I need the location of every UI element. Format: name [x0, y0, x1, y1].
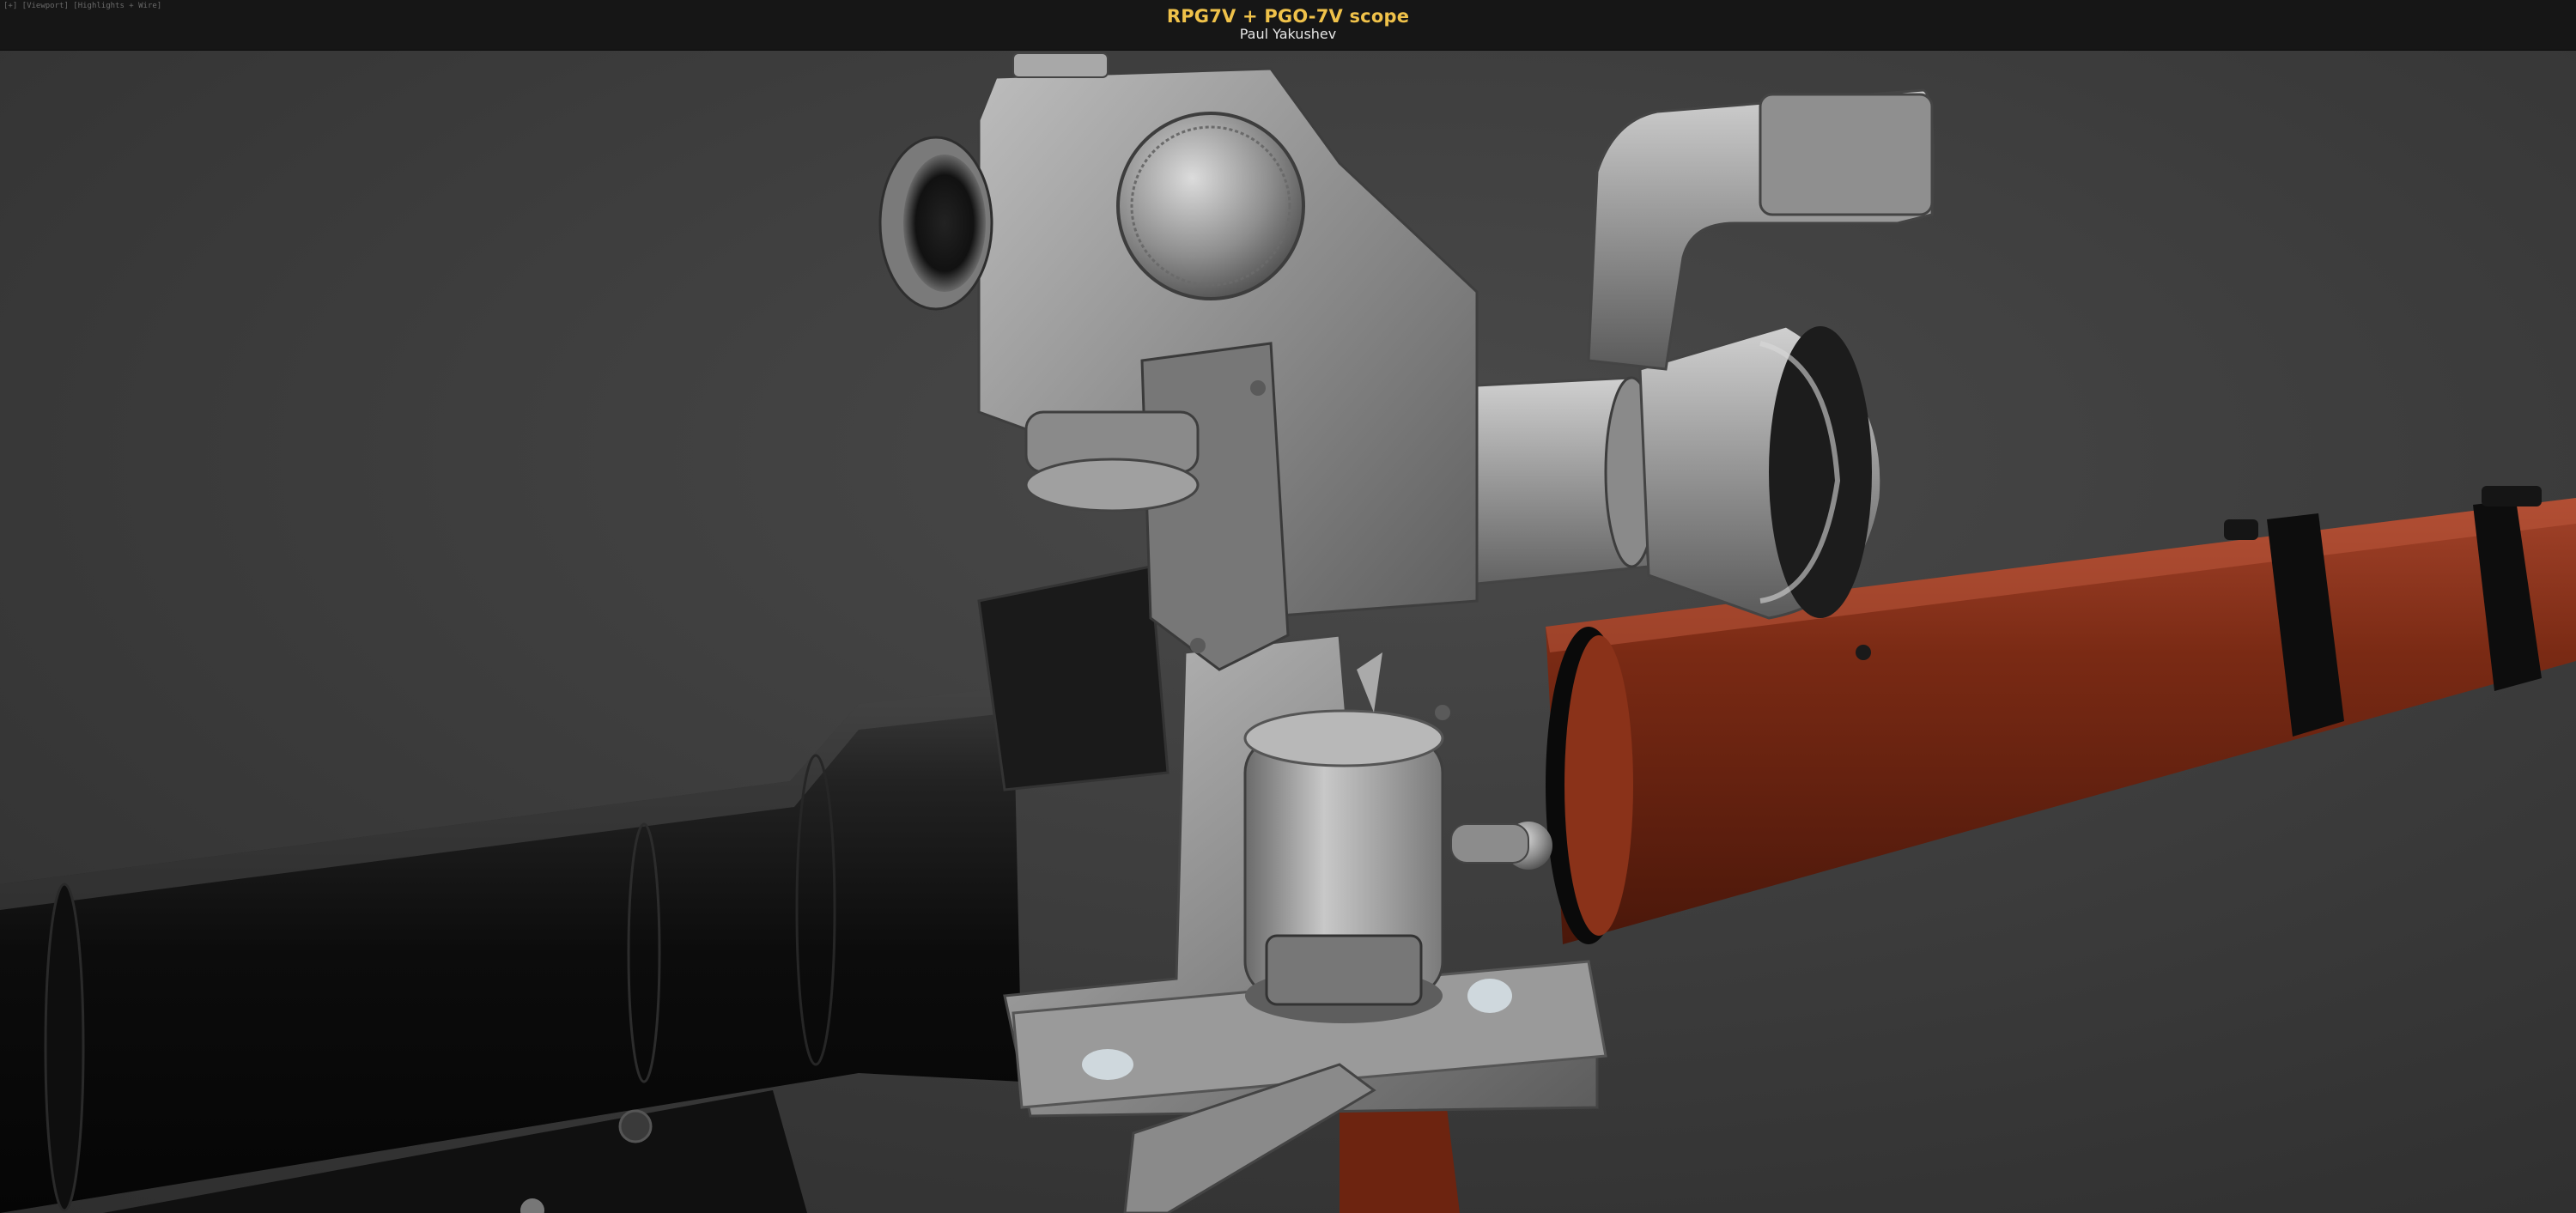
model-title: RPG7V + PGO-7V scope: [1166, 6, 1410, 27]
model-author: Paul Yakushev: [1239, 26, 1337, 42]
model-viewer: [+] [Viewport] [Highlights + Wire] RPG7V…: [0, 0, 2576, 1213]
rpg-scope-render: [0, 50, 2576, 1213]
viewer-titlebar: [+] [Viewport] [Highlights + Wire] RPG7V…: [0, 0, 2576, 51]
3d-render-viewport[interactable]: [0, 50, 2576, 1213]
